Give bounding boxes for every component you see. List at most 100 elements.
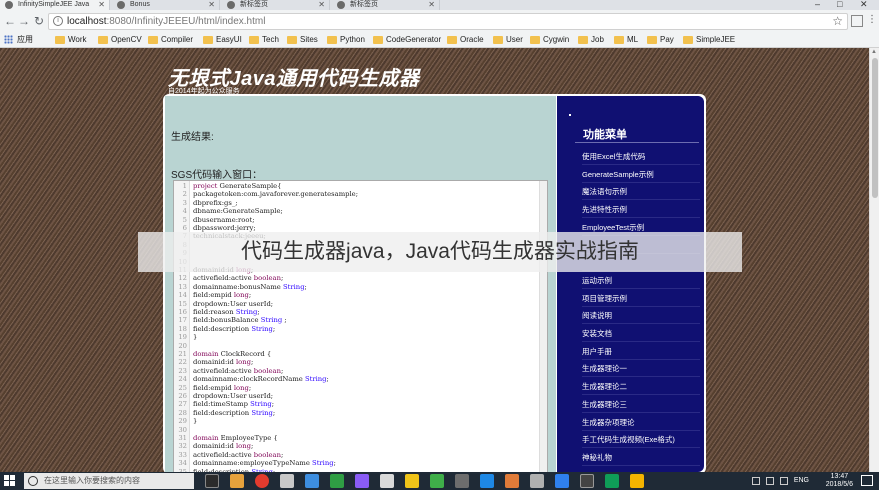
extension-icon[interactable] xyxy=(851,15,863,27)
bookmark-folder[interactable]: Pay xyxy=(647,34,674,46)
code-token: ; xyxy=(326,375,329,384)
taskbar-search[interactable]: 在这里输入你要搜索的内容 xyxy=(24,473,194,489)
menu-item[interactable]: 生成器理论二 xyxy=(582,378,700,396)
menu-item[interactable]: 安装文档 xyxy=(582,325,700,342)
line-number: 22 xyxy=(178,358,187,367)
bookmark-folder[interactable]: Work xyxy=(55,34,87,46)
bookmark-folder[interactable]: OpenCV xyxy=(98,34,142,46)
clock-time: 13:47 xyxy=(830,473,849,480)
tab-bonus[interactable]: Bonus ✕ xyxy=(112,0,220,10)
app-icon[interactable] xyxy=(580,474,594,488)
line-number: 21 xyxy=(178,350,187,358)
clock-date: 2018/5/6 xyxy=(825,481,853,488)
bookmark-star-icon[interactable]: ☆ xyxy=(832,14,843,29)
app-icon[interactable] xyxy=(330,474,344,488)
bookmark-folder[interactable]: User xyxy=(493,34,523,46)
tab-infinity[interactable]: InfinitySimpleJEE Java ✕ xyxy=(0,0,110,10)
clock[interactable]: 13:47 2018/5/6 xyxy=(826,473,853,489)
app-icon[interactable] xyxy=(480,474,494,488)
menu-item[interactable]: 项目管理示例 xyxy=(582,290,700,307)
windows-start-icon[interactable] xyxy=(4,475,16,487)
app-icon[interactable] xyxy=(630,474,644,488)
bookmark-folder[interactable]: SimpleJEE xyxy=(683,34,735,46)
menu-item[interactable]: 魔法语句示例 xyxy=(582,183,700,201)
close-tab-icon[interactable]: ✕ xyxy=(98,0,105,9)
code-token: String xyxy=(250,400,272,409)
network-icon[interactable] xyxy=(752,477,760,485)
maximize-icon[interactable]: □ xyxy=(837,0,842,9)
input-language[interactable]: ENG xyxy=(794,477,809,484)
app-icon[interactable] xyxy=(305,474,319,488)
menu-item[interactable]: 生成器杂项理论 xyxy=(582,414,700,431)
app-icon[interactable] xyxy=(455,474,469,488)
page-scrollbar[interactable]: ▲ xyxy=(869,48,879,472)
tab-newtab-2[interactable]: 新标签页 ✕ xyxy=(332,0,440,10)
menu-item[interactable]: 阅读说明 xyxy=(582,307,700,325)
bookmark-folder[interactable]: Python xyxy=(327,34,365,46)
browser-toolbar: ← → ↻ i localhost:8080/InfinityJEEEU/htm… xyxy=(0,10,879,32)
bookmark-folder[interactable]: Compiler xyxy=(148,34,193,46)
forward-icon[interactable]: → xyxy=(16,13,32,29)
code-token: ; xyxy=(251,442,254,451)
volume-icon[interactable] xyxy=(766,477,774,485)
code-token: long xyxy=(233,383,249,392)
scroll-up-icon[interactable]: ▲ xyxy=(871,49,877,55)
code-line: 24 domainname:clockRecordName String; xyxy=(174,375,329,384)
site-info-icon[interactable]: i xyxy=(53,16,63,26)
line-number: 23 xyxy=(178,366,187,375)
code-line: 26 dropdown:User userId; xyxy=(174,392,273,400)
minimize-icon[interactable]: – xyxy=(815,0,820,9)
app-icon[interactable] xyxy=(355,474,369,488)
bookmark-folder[interactable]: Cygwin xyxy=(530,34,569,46)
cortana-icon xyxy=(28,476,38,486)
code-token: ; xyxy=(280,274,284,283)
close-tab-icon[interactable]: ✕ xyxy=(428,0,435,9)
bookmark-folder[interactable]: EasyUI xyxy=(203,34,242,46)
page-viewport: 无垠式Java通用代码生成器 自2014年起为公众服务 生成结果: SGS代码输… xyxy=(0,48,879,472)
menu-item[interactable]: 用户手册 xyxy=(582,343,700,360)
close-tab-icon[interactable]: ✕ xyxy=(318,0,325,9)
file-explorer-icon[interactable] xyxy=(230,474,244,488)
app-icon[interactable] xyxy=(405,474,419,488)
menu-item[interactable]: 生成器理论一 xyxy=(582,360,700,378)
close-tab-icon[interactable]: ✕ xyxy=(208,0,215,9)
address-bar[interactable]: i localhost:8080/InfinityJEEEU/html/inde… xyxy=(48,13,848,30)
bookmark-folder[interactable]: Sites xyxy=(287,34,318,46)
editor-scrollbar[interactable] xyxy=(539,181,547,472)
notification-icon[interactable] xyxy=(861,475,873,486)
app-icon[interactable] xyxy=(280,474,294,488)
bookmark-folder[interactable]: Oracle xyxy=(447,34,484,46)
app-icon[interactable] xyxy=(505,474,519,488)
app-icon[interactable] xyxy=(555,474,569,488)
menu-item[interactable]: 先进特性示例 xyxy=(582,201,700,219)
line-number: 31 xyxy=(178,434,187,442)
menu-item[interactable]: 运动示例 xyxy=(582,272,700,289)
menu-item[interactable]: GenerateSample示例 xyxy=(582,166,700,183)
bookmark-folder[interactable]: Tech xyxy=(249,34,279,46)
app-icon[interactable] xyxy=(430,474,444,488)
menu-item[interactable]: 使用Excel生成代码 xyxy=(582,148,700,165)
menu-icon[interactable]: ⋮ xyxy=(866,15,878,27)
scrollbar-thumb[interactable] xyxy=(872,58,878,198)
menu-item[interactable]: 手工代码生成视频(Exe格式) xyxy=(582,431,700,449)
page-favicon-icon xyxy=(117,1,125,9)
tab-newtab-1[interactable]: 新标签页 ✕ xyxy=(222,0,330,10)
line-number: 15 xyxy=(178,299,187,308)
reload-icon[interactable]: ↻ xyxy=(31,13,47,29)
close-window-icon[interactable]: ✕ xyxy=(860,0,868,9)
app-icon[interactable] xyxy=(530,474,544,488)
code-line: 22 domainid:id long; xyxy=(174,358,253,366)
menu-item[interactable]: 神秘礼物 xyxy=(582,449,700,466)
bookmark-apps[interactable]: 应用 xyxy=(4,34,33,46)
battery-icon[interactable] xyxy=(780,477,788,485)
bookmark-folder[interactable]: CodeGenerator xyxy=(373,34,441,46)
app-icon[interactable] xyxy=(605,474,619,488)
chrome-icon[interactable] xyxy=(255,474,269,488)
tab-title: Bonus xyxy=(130,1,150,8)
menu-item[interactable]: 生成器理论三 xyxy=(582,396,700,413)
bookmark-folder[interactable]: Job xyxy=(578,34,604,46)
app-icon[interactable] xyxy=(380,474,394,488)
sgs-code-editor[interactable]: 1 project GenerateSample{2 packagetoken:co… xyxy=(173,180,548,472)
bookmark-folder[interactable]: ML xyxy=(614,34,638,46)
task-view-icon[interactable] xyxy=(205,474,219,488)
